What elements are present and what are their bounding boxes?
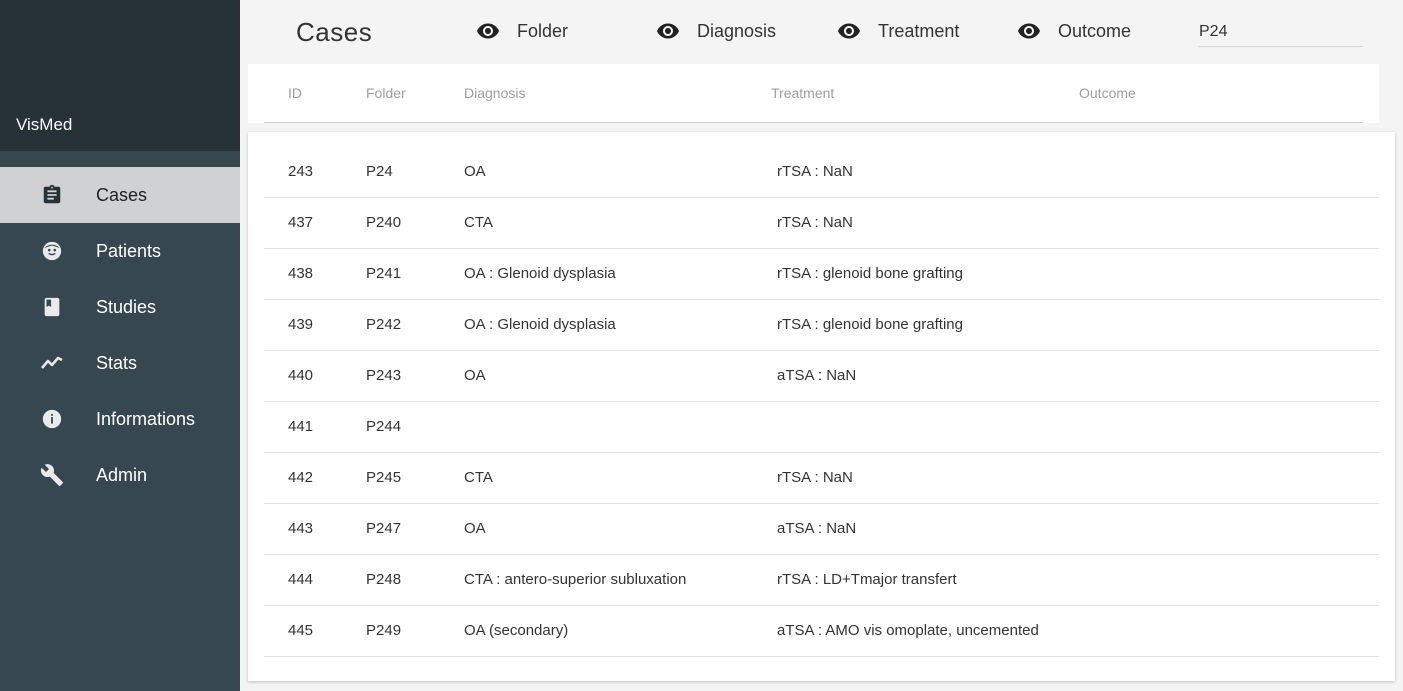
cell-folder: P242 xyxy=(366,316,402,333)
column-header-treatment[interactable]: Treatment xyxy=(771,85,834,101)
book-icon xyxy=(40,295,64,319)
page-header: Cases Folder Diagnosis Treatment Outcome xyxy=(240,0,1403,64)
sidebar-item-admin[interactable]: Admin xyxy=(0,447,240,503)
face-icon xyxy=(40,239,64,263)
toggle-label: Treatment xyxy=(878,20,960,41)
header-divider xyxy=(264,122,1363,123)
cell-id: 440 xyxy=(288,367,314,384)
cell-id: 439 xyxy=(288,316,314,333)
sidebar-item-informations[interactable]: Informations xyxy=(0,391,240,447)
cell-folder: P247 xyxy=(366,520,402,537)
cell-folder: P245 xyxy=(366,469,402,486)
table-header: ID Folder Diagnosis Treatment Outcome xyxy=(248,64,1379,123)
cell-diagnosis: OA (secondary) xyxy=(464,622,569,639)
cell-folder: P24 xyxy=(366,163,393,180)
cell-diagnosis: OA xyxy=(464,520,486,537)
toggle-outcome-column[interactable]: Outcome xyxy=(1017,19,1131,43)
sidebar-item-label: Stats xyxy=(96,352,138,373)
sidebar-item-label: Patients xyxy=(96,240,162,261)
toggle-label: Outcome xyxy=(1058,20,1132,41)
sidebar-item-stats[interactable]: Stats xyxy=(0,335,240,391)
table-row[interactable]: 437 P240 CTA rTSA : NaN xyxy=(264,197,1379,249)
cell-treatment: rTSA : NaN xyxy=(777,163,853,180)
column-header-outcome[interactable]: Outcome xyxy=(1079,85,1136,101)
cell-diagnosis: OA xyxy=(464,163,486,180)
column-header-folder[interactable]: Folder xyxy=(366,85,406,101)
table-row[interactable]: 444 P248 CTA : antero-superior subluxati… xyxy=(264,554,1379,606)
cell-id: 441 xyxy=(288,418,314,435)
cell-treatment: rTSA : LD+Tmajor transfert xyxy=(777,571,957,588)
cell-diagnosis: OA : Glenoid dysplasia xyxy=(464,316,616,333)
cell-folder: P248 xyxy=(366,571,402,588)
cell-treatment: aTSA : NaN xyxy=(777,520,857,537)
cell-treatment: rTSA : glenoid bone grafting xyxy=(777,265,963,282)
cell-treatment: rTSA : glenoid bone grafting xyxy=(777,316,963,333)
table-row[interactable]: 445 P249 OA (secondary) aTSA : AMO vis o… xyxy=(264,605,1379,657)
eye-icon xyxy=(656,19,680,43)
sidebar: VisMed Cases Patients Studies Stats Info… xyxy=(0,0,240,691)
cell-id: 437 xyxy=(288,214,314,231)
eye-icon xyxy=(1017,19,1041,43)
sidebar-item-label: Informations xyxy=(96,408,196,429)
sidebar-item-label: Admin xyxy=(96,464,148,485)
eye-icon xyxy=(476,19,500,43)
table-row[interactable]: 441 P244 xyxy=(264,401,1379,453)
app-name: VisMed xyxy=(16,115,73,134)
trending-up-icon xyxy=(40,351,64,375)
sidebar-item-label: Studies xyxy=(96,296,157,317)
column-header-diagnosis[interactable]: Diagnosis xyxy=(464,85,525,101)
cell-folder: P241 xyxy=(366,265,402,282)
cell-folder: P244 xyxy=(366,418,402,435)
toggle-label: Folder xyxy=(517,20,569,41)
toggle-label: Diagnosis xyxy=(697,20,777,41)
toggle-treatment-column[interactable]: Treatment xyxy=(837,19,959,43)
cell-diagnosis: CTA : antero-superior subluxation xyxy=(464,571,687,588)
clipboard-icon xyxy=(40,183,64,207)
cell-folder: P240 xyxy=(366,214,402,231)
sidebar-header: VisMed xyxy=(0,0,240,151)
sidebar-item-patients[interactable]: Patients xyxy=(0,223,240,279)
cell-id: 438 xyxy=(288,265,314,282)
info-icon xyxy=(40,407,64,431)
cell-diagnosis: CTA xyxy=(464,469,493,486)
cell-folder: P249 xyxy=(366,622,402,639)
search-input[interactable] xyxy=(1198,18,1363,47)
wrench-icon xyxy=(40,463,64,487)
cell-diagnosis: OA xyxy=(464,367,486,384)
column-header-id[interactable]: ID xyxy=(288,85,302,101)
cell-diagnosis: CTA xyxy=(464,214,493,231)
table-row[interactable]: 439 P242 OA : Glenoid dysplasia rTSA : g… xyxy=(264,299,1379,351)
cases-table: 243 P24 OA rTSA : NaN 437 P240 CTA rTSA … xyxy=(248,132,1395,681)
cell-folder: P243 xyxy=(366,367,402,384)
eye-icon xyxy=(837,19,861,43)
table-row[interactable]: 442 P245 CTA rTSA : NaN xyxy=(264,452,1379,504)
cell-diagnosis: OA : Glenoid dysplasia xyxy=(464,265,616,282)
cell-id: 243 xyxy=(288,163,314,180)
sidebar-item-studies[interactable]: Studies xyxy=(0,279,240,335)
cell-treatment: aTSA : AMO vis omoplate, uncemented xyxy=(777,622,1039,639)
sidebar-item-cases[interactable]: Cases xyxy=(0,167,240,223)
table-row[interactable]: 440 P243 OA aTSA : NaN xyxy=(264,350,1379,402)
cell-id: 442 xyxy=(288,469,314,486)
table-row[interactable]: 443 P247 OA aTSA : NaN xyxy=(264,503,1379,555)
page-title: Cases xyxy=(296,17,373,47)
cell-id: 443 xyxy=(288,520,314,537)
sidebar-item-label: Cases xyxy=(96,184,148,205)
toggle-diagnosis-column[interactable]: Diagnosis xyxy=(656,19,776,43)
cell-treatment: rTSA : NaN xyxy=(777,214,853,231)
table-row[interactable]: 438 P241 OA : Glenoid dysplasia rTSA : g… xyxy=(264,248,1379,300)
table-row[interactable]: 243 P24 OA rTSA : NaN xyxy=(264,146,1379,198)
cell-treatment: rTSA : NaN xyxy=(777,469,853,486)
cell-treatment: aTSA : NaN xyxy=(777,367,857,384)
cell-id: 445 xyxy=(288,622,314,639)
toggle-folder-column[interactable]: Folder xyxy=(476,19,568,43)
cell-id: 444 xyxy=(288,571,314,588)
sidebar-nav: Cases Patients Studies Stats Information… xyxy=(0,167,240,503)
